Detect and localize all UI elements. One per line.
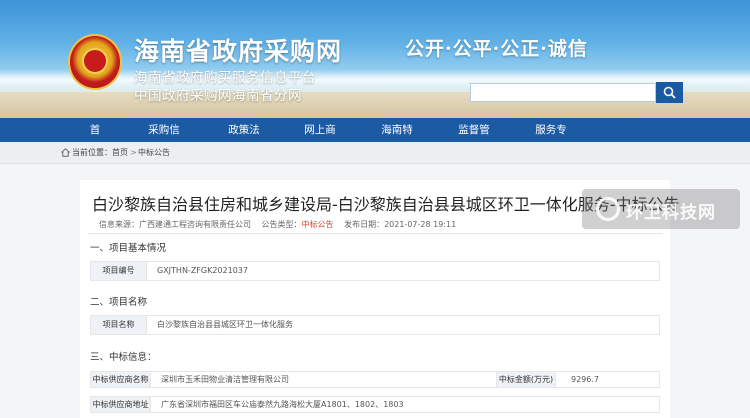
slogan: 公开·公平·公正·诚信 [405,38,588,60]
site-title[interactable]: 海南省政府采购网 [134,32,342,68]
section-title-award-info: 三、中标信息： [90,352,157,363]
field-label: 项目编号 [91,262,147,280]
article-meta: 信息来源：广西建通工程咨询有限责任公司 公告类型：中标公告 发布日期：2021-… [99,219,464,230]
breadcrumb: 当前位置： 首页 > 中标公告 [0,142,750,164]
supplier-label: 中标供应商名称 [91,372,151,387]
title-divider [88,233,663,234]
nav-item-supervision[interactable]: 监督管理 [454,118,494,160]
site-subtitle-2: 中国政府采购网海南省分网 [134,88,302,104]
main-nav: 首页 采购信息 政策法规 网上商城 海南特色 监督管理 服务专区 [0,118,750,160]
breadcrumb-label: 当前位置： [72,148,112,157]
search-button[interactable] [656,82,683,103]
section-title-basic-info: 一、项目基本情况 [90,243,167,254]
supplier-value: 深圳市玉禾田物业清洁管理有限公司 [161,375,289,384]
field-supplier-name: 中标供应商名称 深圳市玉禾田物业清洁管理有限公司 中标金额(万元) 9296.7 [90,371,660,388]
watermark-logo-icon [596,197,620,221]
breadcrumb-home[interactable]: 首页 [112,142,128,164]
meta-date-label: 发布日期： [344,220,385,229]
amount-value: 9296.7 [571,375,599,384]
field-value: GXJTHN-ZFGK2021037 [157,266,248,275]
watermark: 环卫科技网 [582,189,740,229]
nav-item-online-mall[interactable]: 网上商城 [300,118,340,160]
watermark-text: 环卫科技网 [626,203,716,223]
search-icon [663,86,676,99]
meta-source-value: 广西建通工程咨询有限责任公司 [139,220,251,229]
meta-source-label: 信息来源： [99,220,139,229]
address-label: 中标供应商地址 [91,397,151,412]
nav-item-hainan-features[interactable]: 海南特色 [377,118,417,160]
nav-item-service-zone[interactable]: 服务专区 [531,118,571,160]
field-value: 白沙黎族自治县县城区环卫一体化服务 [157,320,293,329]
field-project-number: 项目编号 GXJTHN-ZFGK2021037 [90,261,660,281]
field-supplier-address: 中标供应商地址 广东省深圳市福田区车公庙泰然九路海松大厦A1801、1802、1… [90,396,660,413]
site-subtitle-1: 海南省政府购买服务信息平台 [134,70,316,86]
home-icon [61,148,70,157]
nav-item-home[interactable]: 首页 [86,118,104,160]
search-input[interactable] [470,83,656,102]
meta-date-value: 2021-07-28 19:11 [384,220,457,229]
breadcrumb-separator: > [130,148,137,157]
field-project-name: 项目名称 白沙黎族自治县县城区环卫一体化服务 [90,315,660,335]
meta-type-value: 中标公告 [301,220,334,229]
national-emblem-icon [68,34,122,90]
meta-type-label: 公告类型： [261,220,302,229]
field-label: 项目名称 [91,316,147,334]
address-value: 广东省深圳市福田区车公庙泰然九路海松大厦A1801、1802、1803 [161,400,404,409]
amount-label: 中标金额(万元) [496,372,556,387]
nav-item-procurement-info[interactable]: 采购信息 [144,118,184,160]
breadcrumb-current[interactable]: 中标公告 [138,142,170,164]
nav-item-policies[interactable]: 政策法规 [224,118,264,160]
emblem-center [82,48,108,74]
section-title-project-name: 二、项目名称 [90,297,148,308]
